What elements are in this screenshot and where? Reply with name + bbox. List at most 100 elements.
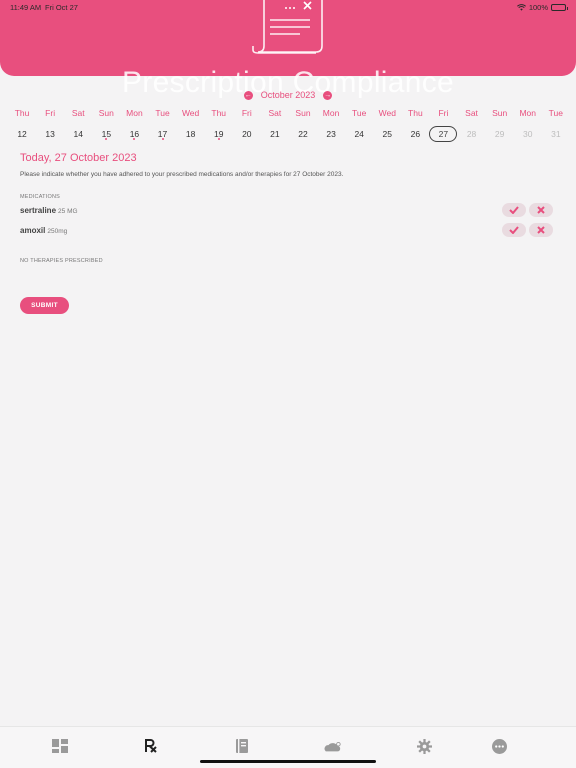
- day-of-week: Tue: [548, 108, 563, 118]
- logged-indicator-dot: [161, 138, 164, 140]
- calendar-day[interactable]: Mon 23: [317, 108, 345, 142]
- medication-dose: 250mg: [47, 228, 68, 235]
- day-of-week: Wed: [378, 108, 396, 118]
- day-of-week: Wed: [181, 108, 200, 118]
- day-of-week: Thu: [14, 108, 30, 118]
- calendar-day[interactable]: Mon 16: [120, 108, 148, 142]
- calendar-day[interactable]: Tue 17: [148, 108, 176, 142]
- day-of-week: Fri: [45, 108, 56, 118]
- status-right: 100%: [516, 3, 568, 12]
- calendar-day: Sat 28: [458, 108, 486, 142]
- adhered-button[interactable]: [502, 223, 526, 237]
- medication-name: amoxil 250mg: [20, 226, 68, 235]
- status-time: 11:49 AM: [10, 3, 42, 12]
- close-icon: [537, 226, 545, 234]
- status-date: Fri Oct 27: [45, 3, 78, 12]
- check-icon: [509, 206, 519, 214]
- day-of-week: Sat: [465, 108, 478, 118]
- day-number: 30: [523, 129, 533, 139]
- day-number: 27: [429, 126, 458, 142]
- battery-icon: [551, 4, 568, 11]
- calendar-day[interactable]: Wed 25: [373, 108, 401, 142]
- medication-row: sertraline 25 MG: [20, 203, 556, 219]
- calendar-day: Tue 31: [542, 108, 570, 142]
- day-of-week: Fri: [241, 108, 252, 118]
- more-icon: [491, 738, 507, 754]
- logged-indicator-dot: [217, 138, 220, 140]
- day-of-week: Thu: [211, 108, 227, 118]
- calendar-day[interactable]: Thu 26: [401, 108, 429, 142]
- instructions-text: Please indicate whether you have adhered…: [20, 171, 344, 178]
- day-number: 31: [551, 129, 561, 139]
- day-number: 14: [73, 129, 83, 139]
- day-number: 28: [466, 129, 477, 139]
- day-of-week: Sun: [295, 108, 311, 118]
- calendar-day[interactable]: Sun 22: [289, 108, 317, 142]
- calendar-day: Sun 29: [486, 108, 514, 142]
- tab-settings[interactable]: [415, 737, 433, 755]
- logged-indicator-dot: [105, 138, 108, 140]
- submit-button[interactable]: SUBMIT: [20, 297, 69, 314]
- logged-indicator-dot: [133, 138, 136, 140]
- header: 11:49 AM Fri Oct 27 100%: [0, 0, 576, 76]
- day-number: 12: [17, 129, 27, 139]
- calendar-day[interactable]: Thu 12: [8, 108, 36, 142]
- calendar-day[interactable]: Fri 20: [233, 108, 261, 142]
- prescription-scroll-icon: [252, 0, 323, 54]
- tab-journal[interactable]: [233, 737, 251, 755]
- medication-dose: 25 MG: [58, 208, 78, 215]
- calendar-day[interactable]: Fri 27: [429, 108, 458, 142]
- prev-month-button[interactable]: ←: [243, 90, 253, 100]
- day-number: 24: [354, 129, 364, 139]
- calendar-day[interactable]: Sat 21: [261, 108, 289, 142]
- day-of-week: Mon: [519, 108, 536, 118]
- adhered-button[interactable]: [502, 203, 526, 217]
- day-of-week: Tue: [155, 108, 170, 118]
- month-nav: ← October 2023 →: [0, 90, 576, 100]
- tab-prescriptions[interactable]: [142, 737, 160, 755]
- journal-icon: [236, 739, 248, 753]
- day-number: 25: [382, 129, 392, 139]
- tab-dashboard[interactable]: [51, 737, 69, 755]
- calendar-day[interactable]: Wed 18: [177, 108, 205, 142]
- day-of-week: Mon: [322, 108, 340, 118]
- day-of-week: Sun: [492, 108, 508, 118]
- dashboard-icon: [52, 739, 68, 753]
- day-number: 29: [494, 129, 505, 139]
- day-of-week: Mon: [126, 108, 143, 118]
- calendar-day[interactable]: Sat 14: [64, 108, 92, 142]
- month-label: October 2023: [260, 90, 316, 100]
- day-of-week: Fri: [438, 108, 449, 118]
- day-number: 13: [45, 129, 55, 139]
- medication-name: sertraline 25 MG: [20, 206, 78, 215]
- day-of-week: Tue: [352, 108, 367, 118]
- day-number: 21: [270, 129, 280, 139]
- wifi-icon: [516, 4, 526, 11]
- not-adhered-button[interactable]: [529, 203, 553, 217]
- next-month-button[interactable]: →: [323, 90, 333, 100]
- today-heading: Today, 27 October 2023: [20, 152, 137, 164]
- weather-icon: [324, 741, 341, 752]
- day-of-week: Sun: [98, 108, 114, 118]
- calendar-day[interactable]: Sun 15: [92, 108, 120, 142]
- calendar-day[interactable]: Thu 19: [205, 108, 233, 142]
- therapies-label: NO THERAPIES PRESCRIBED: [20, 258, 103, 264]
- battery-percent: 100%: [528, 3, 548, 12]
- calendar-day[interactable]: Tue 24: [345, 108, 373, 142]
- day-number: 22: [298, 129, 308, 139]
- prescription-icon: [145, 739, 157, 753]
- check-icon: [509, 226, 519, 234]
- calendar-day[interactable]: Fri 13: [36, 108, 64, 142]
- tab-weather[interactable]: [324, 737, 342, 755]
- medication-row: amoxil 250mg: [20, 223, 556, 239]
- day-number: 20: [242, 129, 252, 139]
- date-strip: Thu 12 Fri 13 Sat 14 Sun 15 Mon 16 Tue 17 Wed 18 Thu 19…: [8, 108, 570, 142]
- close-icon: [537, 206, 545, 214]
- calendar-day: Mon 30: [514, 108, 542, 142]
- not-adhered-button[interactable]: [529, 223, 553, 237]
- tab-more[interactable]: [490, 737, 508, 755]
- day-of-week: Sat: [71, 108, 85, 118]
- day-number: 23: [326, 129, 336, 139]
- day-number: 26: [410, 129, 421, 139]
- day-of-week: Sat: [268, 108, 282, 118]
